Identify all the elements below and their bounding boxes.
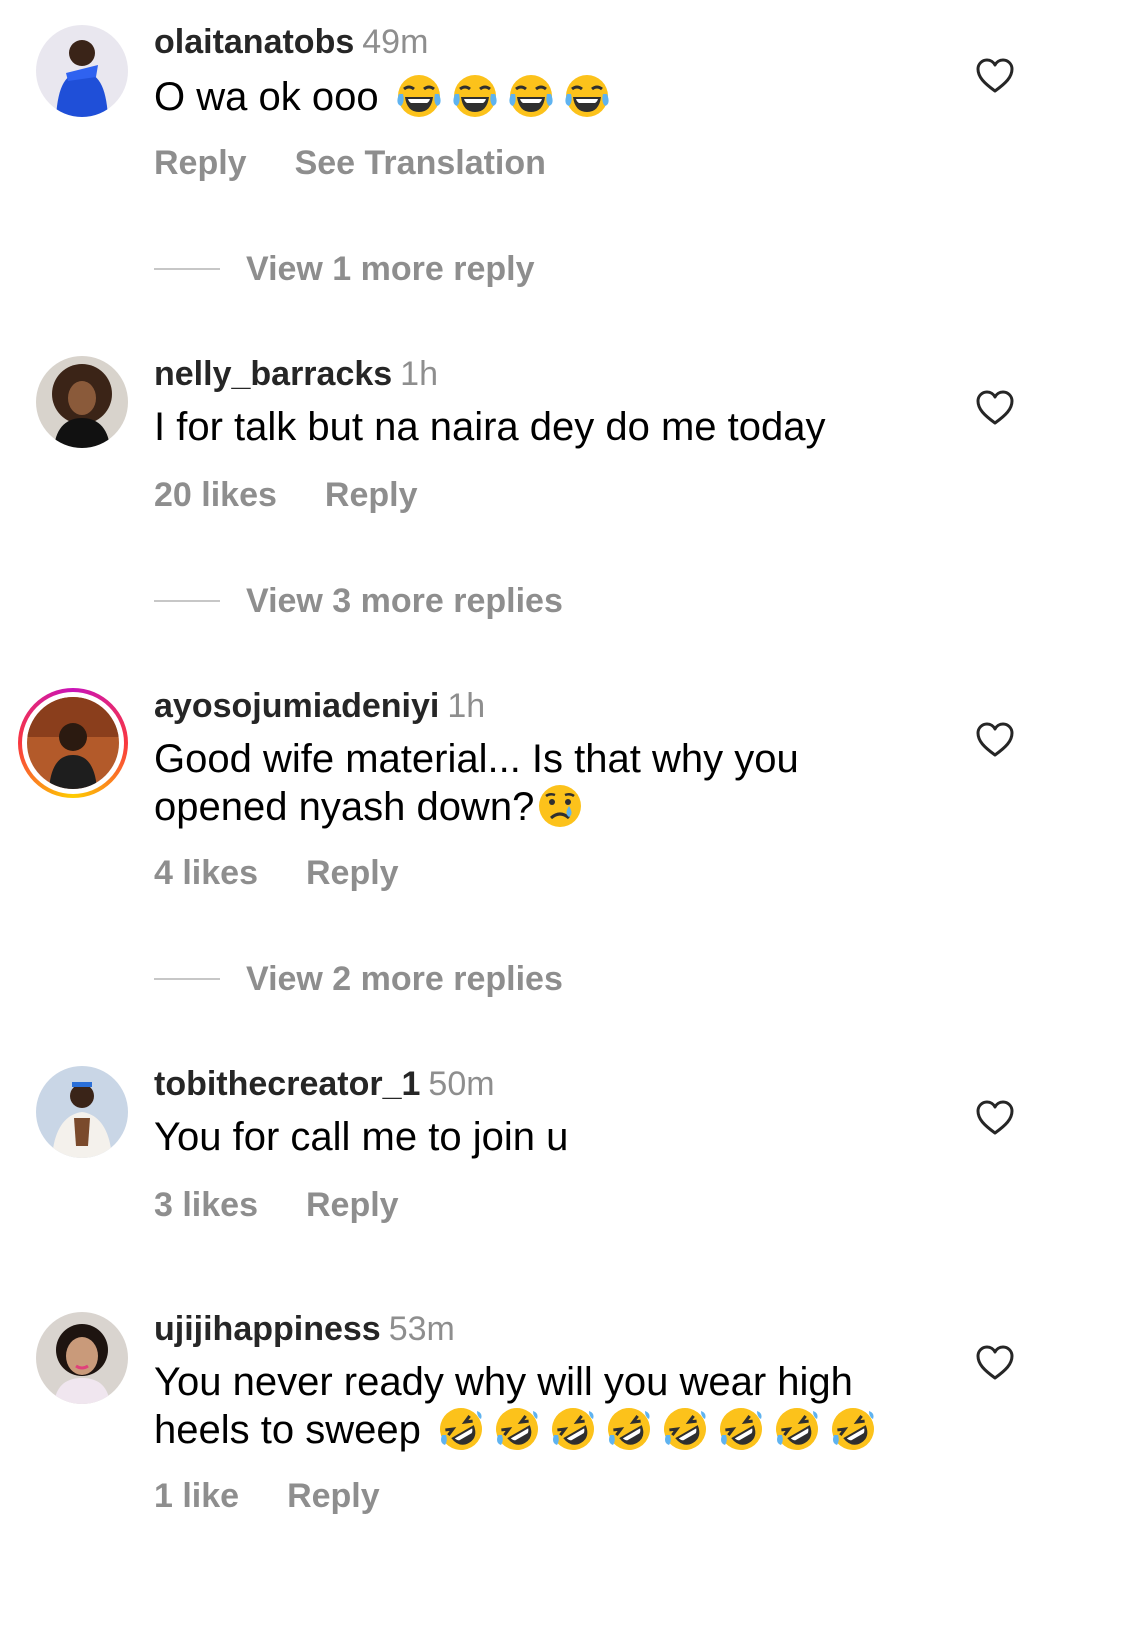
timestamp: 50m	[428, 1065, 495, 1103]
tears-of-joy-emoji	[451, 72, 499, 120]
comment-actions: 20 likes Reply	[154, 476, 465, 515]
likes-count[interactable]: 3 likes	[154, 1186, 258, 1224]
rolling-on-floor-laughing-emoji	[773, 1405, 821, 1453]
comment-header: tobithecreator_1 50m	[154, 1064, 495, 1104]
comment-text: You for call me to join u	[154, 1114, 914, 1160]
comment-actions: 3 likes Reply	[154, 1186, 447, 1225]
rolling-on-floor-laughing-emoji	[437, 1405, 485, 1453]
divider-line	[154, 268, 220, 271]
view-more-label: View 2 more replies	[246, 960, 563, 998]
likes-count[interactable]: 20 likes	[154, 476, 277, 514]
avatar[interactable]	[36, 356, 128, 448]
like-heart-icon[interactable]	[976, 390, 1014, 426]
avatar-story-ring[interactable]	[18, 688, 128, 798]
comment-body-line-2: opened nyash down?	[154, 785, 535, 829]
rolling-on-floor-laughing-emoji	[661, 1405, 709, 1453]
rolling-on-floor-laughing-emoji	[605, 1405, 653, 1453]
comment-body-line-1: Good wife material... Is that why you	[154, 737, 799, 781]
like-heart-icon[interactable]	[976, 1100, 1014, 1136]
divider-line	[154, 978, 220, 981]
comment-header: olaitanatobs 49m	[154, 22, 428, 62]
username[interactable]: ayosojumiadeniyi	[154, 687, 439, 725]
comment-text: You never ready why will you wear high h…	[154, 1359, 934, 1453]
comment-header: nelly_barracks 1h	[154, 354, 438, 394]
reply-button[interactable]: Reply	[325, 476, 418, 514]
likes-count[interactable]: 1 like	[154, 1477, 239, 1515]
username[interactable]: olaitanatobs	[154, 23, 354, 61]
comment-text: I for talk but na naira dey do me today	[154, 404, 954, 450]
timestamp: 1h	[400, 355, 438, 393]
view-more-label: View 1 more reply	[246, 250, 535, 288]
timestamp: 49m	[362, 23, 429, 61]
rolling-on-floor-laughing-emoji	[717, 1405, 765, 1453]
username[interactable]: nelly_barracks	[154, 355, 392, 393]
avatar	[27, 697, 119, 789]
comment-text: Good wife material... Is that why you op…	[154, 736, 934, 830]
view-more-replies-button[interactable]: View 3 more replies	[154, 582, 563, 622]
username[interactable]: tobithecreator_1	[154, 1065, 420, 1103]
story-ring-inner	[22, 692, 124, 794]
tears-of-joy-emoji	[507, 72, 555, 120]
comment-actions: Reply See Translation	[154, 144, 594, 183]
avatar[interactable]	[36, 1312, 128, 1404]
rolling-on-floor-laughing-emoji	[493, 1405, 541, 1453]
avatar[interactable]	[36, 1066, 128, 1158]
comment-body: I for talk but na naira dey do me today	[154, 405, 826, 449]
crying-face-emoji	[536, 782, 584, 830]
reply-button[interactable]: Reply	[154, 144, 247, 182]
see-translation-button[interactable]: See Translation	[295, 144, 546, 182]
comment-body-line-2-wrap: heels to sweep	[154, 1405, 934, 1453]
reply-button[interactable]: Reply	[306, 1186, 399, 1224]
likes-count[interactable]: 4 likes	[154, 854, 258, 892]
tears-of-joy-emoji	[563, 72, 611, 120]
view-more-replies-button[interactable]: View 2 more replies	[154, 960, 563, 1000]
comment-body-line-1: You never ready why will you wear high	[154, 1360, 853, 1404]
divider-line	[154, 600, 220, 603]
comment-actions: 1 like Reply	[154, 1477, 428, 1516]
rolling-on-floor-laughing-emoji	[549, 1405, 597, 1453]
like-heart-icon[interactable]	[976, 722, 1014, 758]
rolling-on-floor-laughing-emoji	[829, 1405, 877, 1453]
comment-body: You for call me to join u	[154, 1115, 569, 1159]
view-more-replies-button[interactable]: View 1 more reply	[154, 250, 535, 290]
view-more-label: View 3 more replies	[246, 582, 563, 620]
comment-body-line-2: heels to sweep	[154, 1408, 421, 1452]
tears-of-joy-emoji	[395, 72, 443, 120]
comment-header: ujijihappiness 53m	[154, 1309, 455, 1349]
avatar[interactable]	[36, 25, 128, 117]
comment-actions: 4 likes Reply	[154, 854, 447, 893]
comment-body: O wa ok ooo	[154, 75, 379, 119]
reply-button[interactable]: Reply	[306, 854, 399, 892]
reply-button[interactable]: Reply	[287, 1477, 380, 1515]
comment-body-line-2-wrap: opened nyash down?	[154, 782, 934, 830]
like-heart-icon[interactable]	[976, 58, 1014, 94]
comment-header: ayosojumiadeniyi 1h	[154, 686, 485, 726]
comment-text: O wa ok ooo	[154, 72, 914, 120]
like-heart-icon[interactable]	[976, 1345, 1014, 1381]
username[interactable]: ujijihappiness	[154, 1310, 381, 1348]
timestamp: 1h	[447, 687, 486, 725]
timestamp: 53m	[388, 1310, 455, 1348]
